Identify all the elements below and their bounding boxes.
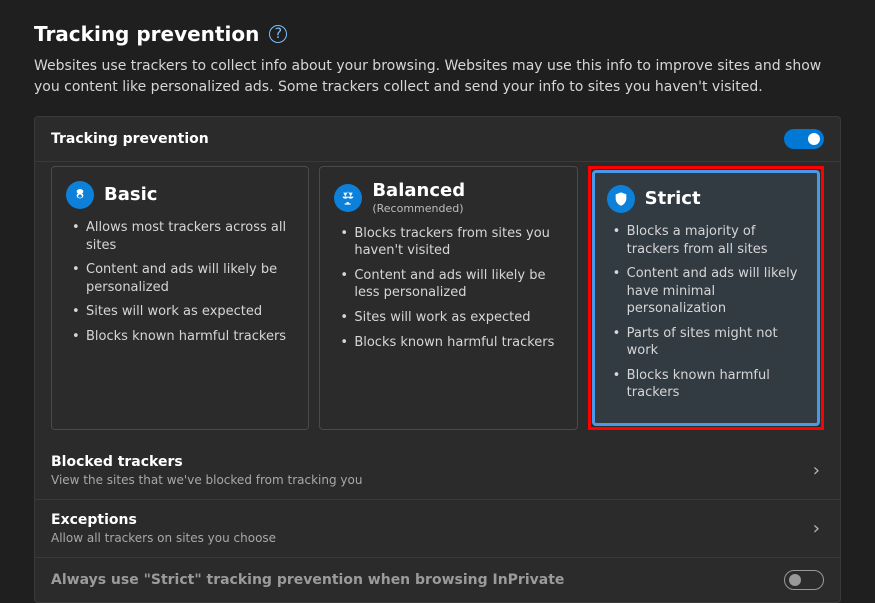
list-item: Blocks known harmful trackers (340, 334, 562, 352)
list-item: Sites will work as expected (72, 303, 294, 321)
always-strict-toggle[interactable] (784, 570, 824, 590)
card-strict-bullets: Blocks a majority of trackers from all s… (607, 223, 805, 402)
list-item: Blocks known harmful trackers (72, 328, 294, 346)
blocked-trackers-title: Blocked trackers (51, 454, 809, 470)
exceptions-row[interactable]: Exceptions Allow all trackers on sites y… (35, 500, 840, 558)
card-balanced[interactable]: Balanced (Recommended) Blocks trackers f… (319, 166, 577, 430)
tracking-prevention-toggle-row: Tracking prevention (35, 117, 840, 162)
always-strict-row: Always use "Strict" tracking prevention … (35, 558, 840, 602)
page-description: Websites use trackers to collect info ab… (34, 56, 841, 98)
blocked-trackers-row[interactable]: Blocked trackers View the sites that we'… (35, 442, 840, 500)
list-item: Blocks trackers from sites you haven't v… (340, 225, 562, 260)
card-strict[interactable]: Strict Blocks a majority of trackers fro… (592, 170, 820, 426)
card-basic-title: Basic (104, 185, 157, 205)
list-item: Allows most trackers across all sites (72, 219, 294, 254)
card-balanced-bullets: Blocks trackers from sites you haven't v… (334, 225, 562, 351)
help-icon[interactable]: ? (269, 25, 287, 43)
card-basic[interactable]: Basic Allows most trackers across all si… (51, 166, 309, 430)
tracking-prevention-toggle[interactable] (784, 129, 824, 149)
list-item: Content and ads will likely be less pers… (340, 267, 562, 302)
blocked-trackers-sub: View the sites that we've blocked from t… (51, 473, 809, 487)
card-balanced-subtitle: (Recommended) (372, 202, 465, 215)
tracking-prevention-panel: Tracking prevention Basic Allows most tr… (34, 116, 841, 603)
list-item: Blocks known harmful trackers (613, 367, 805, 402)
exceptions-title: Exceptions (51, 512, 809, 528)
card-basic-bullets: Allows most trackers across all sites Co… (66, 219, 294, 345)
page-title: Tracking prevention (34, 22, 259, 46)
exceptions-sub: Allow all trackers on sites you choose (51, 531, 809, 545)
balance-scale-icon (334, 184, 362, 212)
chevron-right-icon: › (809, 456, 824, 485)
list-item: Blocks a majority of trackers from all s… (613, 223, 805, 258)
list-item: Parts of sites might not work (613, 325, 805, 360)
shield-icon (607, 185, 635, 213)
page-header: Tracking prevention ? (34, 22, 841, 46)
card-strict-highlight: Strict Blocks a majority of trackers fro… (588, 166, 824, 430)
basic-icon (66, 181, 94, 209)
chevron-right-icon: › (809, 514, 824, 543)
card-balanced-title: Balanced (372, 181, 465, 201)
prevention-level-cards: Basic Allows most trackers across all si… (35, 162, 840, 442)
tracking-prevention-toggle-label: Tracking prevention (51, 131, 209, 147)
always-strict-label: Always use "Strict" tracking prevention … (51, 572, 564, 588)
list-item: Content and ads will likely be personali… (72, 261, 294, 296)
list-item: Content and ads will likely have minimal… (613, 265, 805, 318)
card-strict-title: Strict (645, 189, 701, 209)
list-item: Sites will work as expected (340, 309, 562, 327)
